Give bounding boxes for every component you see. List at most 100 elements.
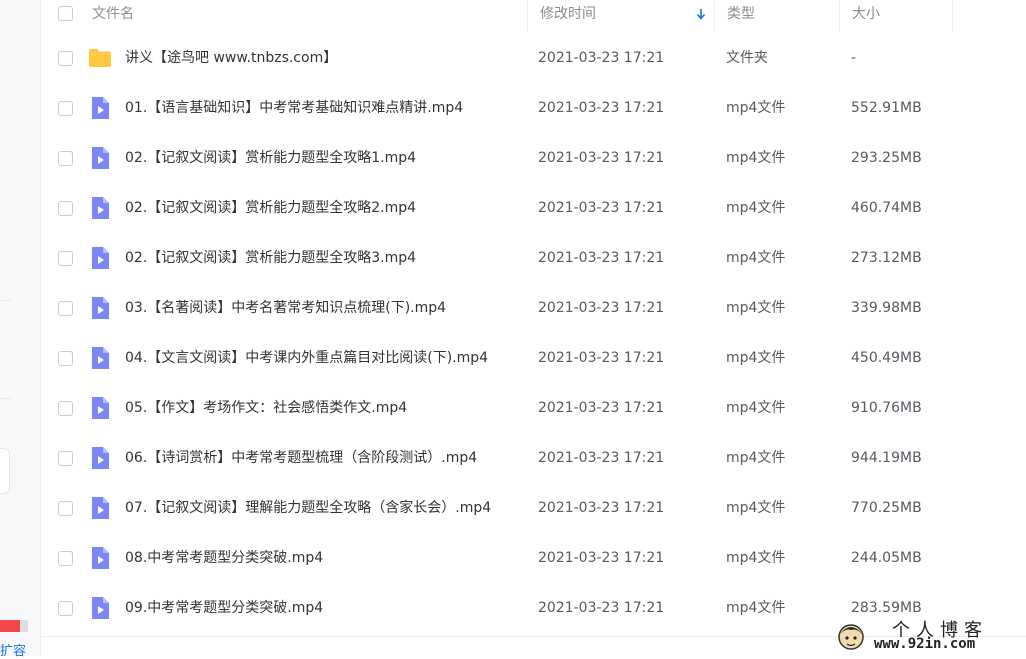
file-row-checkbox[interactable] xyxy=(58,401,73,416)
file-row-checkbox[interactable] xyxy=(58,101,73,116)
column-header-modified-label: 修改时间 xyxy=(540,6,596,22)
watermark-url: www.92in.com xyxy=(874,636,976,652)
file-row[interactable]: 05.【作文】考场作文：社会感悟类作文.mp4 2021-03-23 17:21 m… xyxy=(40,383,1026,433)
file-name[interactable]: 07.【记叙文阅读】理解能力题型全攻略（含家长会）.mp4 xyxy=(125,483,491,533)
file-type: mp4文件 xyxy=(726,350,786,366)
column-header-name[interactable]: 文件名 xyxy=(80,0,528,31)
video-file-icon xyxy=(88,596,112,620)
file-name[interactable]: 02.【记叙文阅读】赏析能力题型全攻略1.mp4 xyxy=(125,133,416,183)
file-row-checkbox[interactable] xyxy=(58,151,73,166)
file-name[interactable]: 02.【记叙文阅读】赏析能力题型全攻略2.mp4 xyxy=(125,183,416,233)
file-type: mp4文件 xyxy=(726,200,786,216)
watermark-logo-icon xyxy=(838,624,864,650)
video-file-icon xyxy=(88,296,112,320)
file-name[interactable]: 04.【文言文阅读】中考课内外重点篇目对比阅读(下).mp4 xyxy=(125,333,488,383)
file-modified-date: 2021-03-23 17:21 xyxy=(538,400,665,416)
watermark: 个人博客 www.92in.com xyxy=(834,616,1026,656)
file-list: 文件名 修改时间 类型 大小 讲义【途鸟吧 www.tnbzs.com】 2021… xyxy=(40,0,1026,636)
file-type: mp4文件 xyxy=(726,150,786,166)
file-row[interactable]: 02.【记叙文阅读】赏析能力题型全攻略3.mp4 2021-03-23 17:21… xyxy=(40,233,1026,283)
sidebar-divider xyxy=(0,300,12,301)
file-name[interactable]: 讲义【途鸟吧 www.tnbzs.com】 xyxy=(125,33,337,83)
file-type: mp4文件 xyxy=(726,300,786,316)
file-modified-date: 2021-03-23 17:21 xyxy=(538,300,665,316)
left-sidebar xyxy=(0,0,41,656)
file-size: 944.19MB xyxy=(851,450,922,466)
file-size: 450.49MB xyxy=(851,350,922,366)
column-header-type[interactable]: 类型 xyxy=(715,0,840,31)
file-row-checkbox[interactable] xyxy=(58,51,73,66)
file-row-checkbox[interactable] xyxy=(58,351,73,366)
storage-progress-bar xyxy=(0,620,28,632)
file-modified-date: 2021-03-23 17:21 xyxy=(538,350,665,366)
file-size: 770.25MB xyxy=(851,500,922,516)
file-name[interactable]: 09.中考常考题型分类突破.mp4 xyxy=(125,583,323,633)
sidebar-panel xyxy=(0,448,10,494)
column-header-size[interactable]: 大小 xyxy=(840,0,953,31)
file-type: mp4文件 xyxy=(726,500,786,516)
file-row-checkbox[interactable] xyxy=(58,251,73,266)
file-row-checkbox[interactable] xyxy=(58,551,73,566)
file-row-checkbox[interactable] xyxy=(58,451,73,466)
file-size: 339.98MB xyxy=(851,300,922,316)
video-file-icon xyxy=(88,546,112,570)
file-size: 273.12MB xyxy=(851,250,922,266)
file-modified-date: 2021-03-23 17:21 xyxy=(538,150,665,166)
file-size: - xyxy=(851,50,857,66)
video-file-icon xyxy=(88,346,112,370)
file-row[interactable]: 07.【记叙文阅读】理解能力题型全攻略（含家长会）.mp4 2021-03-23 … xyxy=(40,483,1026,533)
file-name[interactable]: 06.【诗词赏析】中考常考题型梳理（含阶段测试）.mp4 xyxy=(125,433,477,483)
file-row-checkbox[interactable] xyxy=(58,301,73,316)
select-all-checkbox[interactable] xyxy=(58,6,73,21)
video-file-icon xyxy=(88,146,112,170)
file-row[interactable]: 02.【记叙文阅读】赏析能力题型全攻略2.mp4 2021-03-23 17:21… xyxy=(40,183,1026,233)
file-row-checkbox[interactable] xyxy=(58,201,73,216)
file-type: mp4文件 xyxy=(726,550,786,566)
file-type: mp4文件 xyxy=(726,250,786,266)
video-file-icon xyxy=(88,396,112,420)
file-name[interactable]: 08.中考常考题型分类突破.mp4 xyxy=(125,533,323,583)
file-list-header: 文件名 修改时间 类型 大小 xyxy=(40,0,1026,31)
file-modified-date: 2021-03-23 17:21 xyxy=(538,100,665,116)
file-name[interactable]: 02.【记叙文阅读】赏析能力题型全攻略3.mp4 xyxy=(125,233,416,283)
file-size: 244.05MB xyxy=(851,550,922,566)
file-size: 460.74MB xyxy=(851,200,922,216)
video-file-icon xyxy=(88,496,112,520)
storage-progress-fill xyxy=(0,620,21,632)
file-type: 文件夹 xyxy=(726,50,768,66)
expand-storage-link[interactable]: 扩容 xyxy=(0,640,26,659)
file-type: mp4文件 xyxy=(726,450,786,466)
file-row[interactable]: 03.【名著阅读】中考名著常考知识点梳理(下).mp4 2021-03-23 17… xyxy=(40,283,1026,333)
video-file-icon xyxy=(88,196,112,220)
sidebar-divider xyxy=(0,398,12,399)
file-modified-date: 2021-03-23 17:21 xyxy=(538,500,665,516)
file-modified-date: 2021-03-23 17:21 xyxy=(538,550,665,566)
file-size: 910.76MB xyxy=(851,400,922,416)
file-row-checkbox[interactable] xyxy=(58,501,73,516)
file-modified-date: 2021-03-23 17:21 xyxy=(538,200,665,216)
file-row[interactable]: 讲义【途鸟吧 www.tnbzs.com】 2021-03-23 17:21 文件夹… xyxy=(40,33,1026,83)
file-modified-date: 2021-03-23 17:21 xyxy=(538,450,665,466)
file-modified-date: 2021-03-23 17:21 xyxy=(538,50,665,66)
file-size: 293.25MB xyxy=(851,150,922,166)
column-header-modified[interactable]: 修改时间 xyxy=(528,0,715,31)
file-row[interactable]: 08.中考常考题型分类突破.mp4 2021-03-23 17:21 mp4文件 24… xyxy=(40,533,1026,583)
file-modified-date: 2021-03-23 17:21 xyxy=(538,600,665,616)
sort-descending-icon[interactable] xyxy=(696,6,706,22)
file-size: 552.91MB xyxy=(851,100,922,116)
file-name[interactable]: 03.【名著阅读】中考名著常考知识点梳理(下).mp4 xyxy=(125,283,446,333)
file-type: mp4文件 xyxy=(726,600,786,616)
file-type: mp4文件 xyxy=(726,100,786,116)
file-row[interactable]: 04.【文言文阅读】中考课内外重点篇目对比阅读(下).mp4 2021-03-23… xyxy=(40,333,1026,383)
file-row[interactable]: 02.【记叙文阅读】赏析能力题型全攻略1.mp4 2021-03-23 17:21… xyxy=(40,133,1026,183)
file-type: mp4文件 xyxy=(726,400,786,416)
file-modified-date: 2021-03-23 17:21 xyxy=(538,250,665,266)
file-row[interactable]: 06.【诗词赏析】中考常考题型梳理（含阶段测试）.mp4 2021-03-23 1… xyxy=(40,433,1026,483)
file-row-checkbox[interactable] xyxy=(58,601,73,616)
video-file-icon xyxy=(88,246,112,270)
folder-icon xyxy=(88,46,112,70)
file-name[interactable]: 05.【作文】考场作文：社会感悟类作文.mp4 xyxy=(125,383,407,433)
file-row[interactable]: 01.【语言基础知识】中考常考基础知识难点精讲.mp4 2021-03-23 17… xyxy=(40,83,1026,133)
video-file-icon xyxy=(88,446,112,470)
file-name[interactable]: 01.【语言基础知识】中考常考基础知识难点精讲.mp4 xyxy=(125,83,463,133)
